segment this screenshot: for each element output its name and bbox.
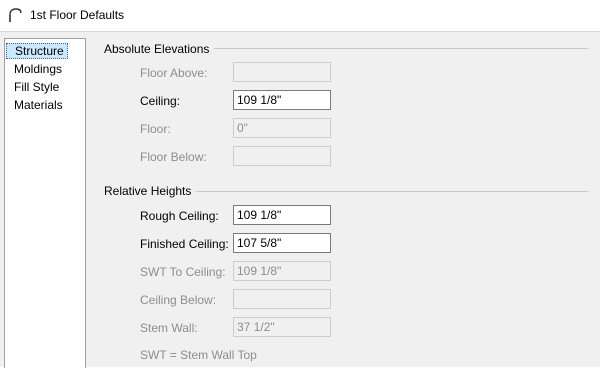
group-divider — [214, 48, 588, 49]
absolute-elevations-header: Absolute Elevations — [104, 42, 210, 56]
rough-ceiling-field[interactable]: 109 1/8" — [233, 205, 331, 225]
floor-above-field — [233, 62, 331, 82]
stem-wall-label: Stem Wall: — [140, 321, 198, 335]
finished-ceiling-label: Finished Ceiling: — [140, 237, 229, 251]
floor-above-label: Floor Above: — [140, 66, 208, 80]
category-list[interactable]: Structure Moldings Fill Style Materials — [4, 38, 86, 368]
group-divider — [196, 191, 588, 192]
nav-item-structure[interactable]: Structure — [6, 43, 68, 59]
title-bar: 1st Floor Defaults — [0, 0, 600, 32]
floor-field: 0" — [233, 118, 331, 138]
swt-to-ceiling-label: SWT To Ceiling: — [140, 265, 226, 279]
arch-icon — [7, 7, 23, 23]
finished-ceiling-field[interactable]: 107 5/8" — [233, 233, 331, 253]
floor-below-label: Floor Below: — [140, 150, 207, 164]
ceiling-field[interactable]: 109 1/8" — [233, 90, 331, 110]
rough-ceiling-label: Rough Ceiling: — [140, 209, 219, 223]
swt-to-ceiling-field: 109 1/8" — [233, 261, 331, 281]
swt-footnote: SWT = Stem Wall Top — [140, 348, 257, 362]
stem-wall-field: 37 1/2" — [233, 317, 331, 337]
ceiling-below-label: Ceiling Below: — [140, 293, 217, 307]
nav-item-materials[interactable]: Materials — [6, 97, 66, 113]
nav-item-fill-style[interactable]: Fill Style — [6, 79, 62, 95]
floor-below-field — [233, 146, 331, 166]
nav-item-moldings[interactable]: Moldings — [6, 61, 65, 77]
window-title: 1st Floor Defaults — [30, 8, 125, 22]
floor-label: Floor: — [140, 122, 171, 136]
relative-heights-header: Relative Heights — [104, 184, 192, 198]
ceiling-below-field — [233, 289, 331, 309]
ceiling-label: Ceiling: — [140, 94, 181, 108]
